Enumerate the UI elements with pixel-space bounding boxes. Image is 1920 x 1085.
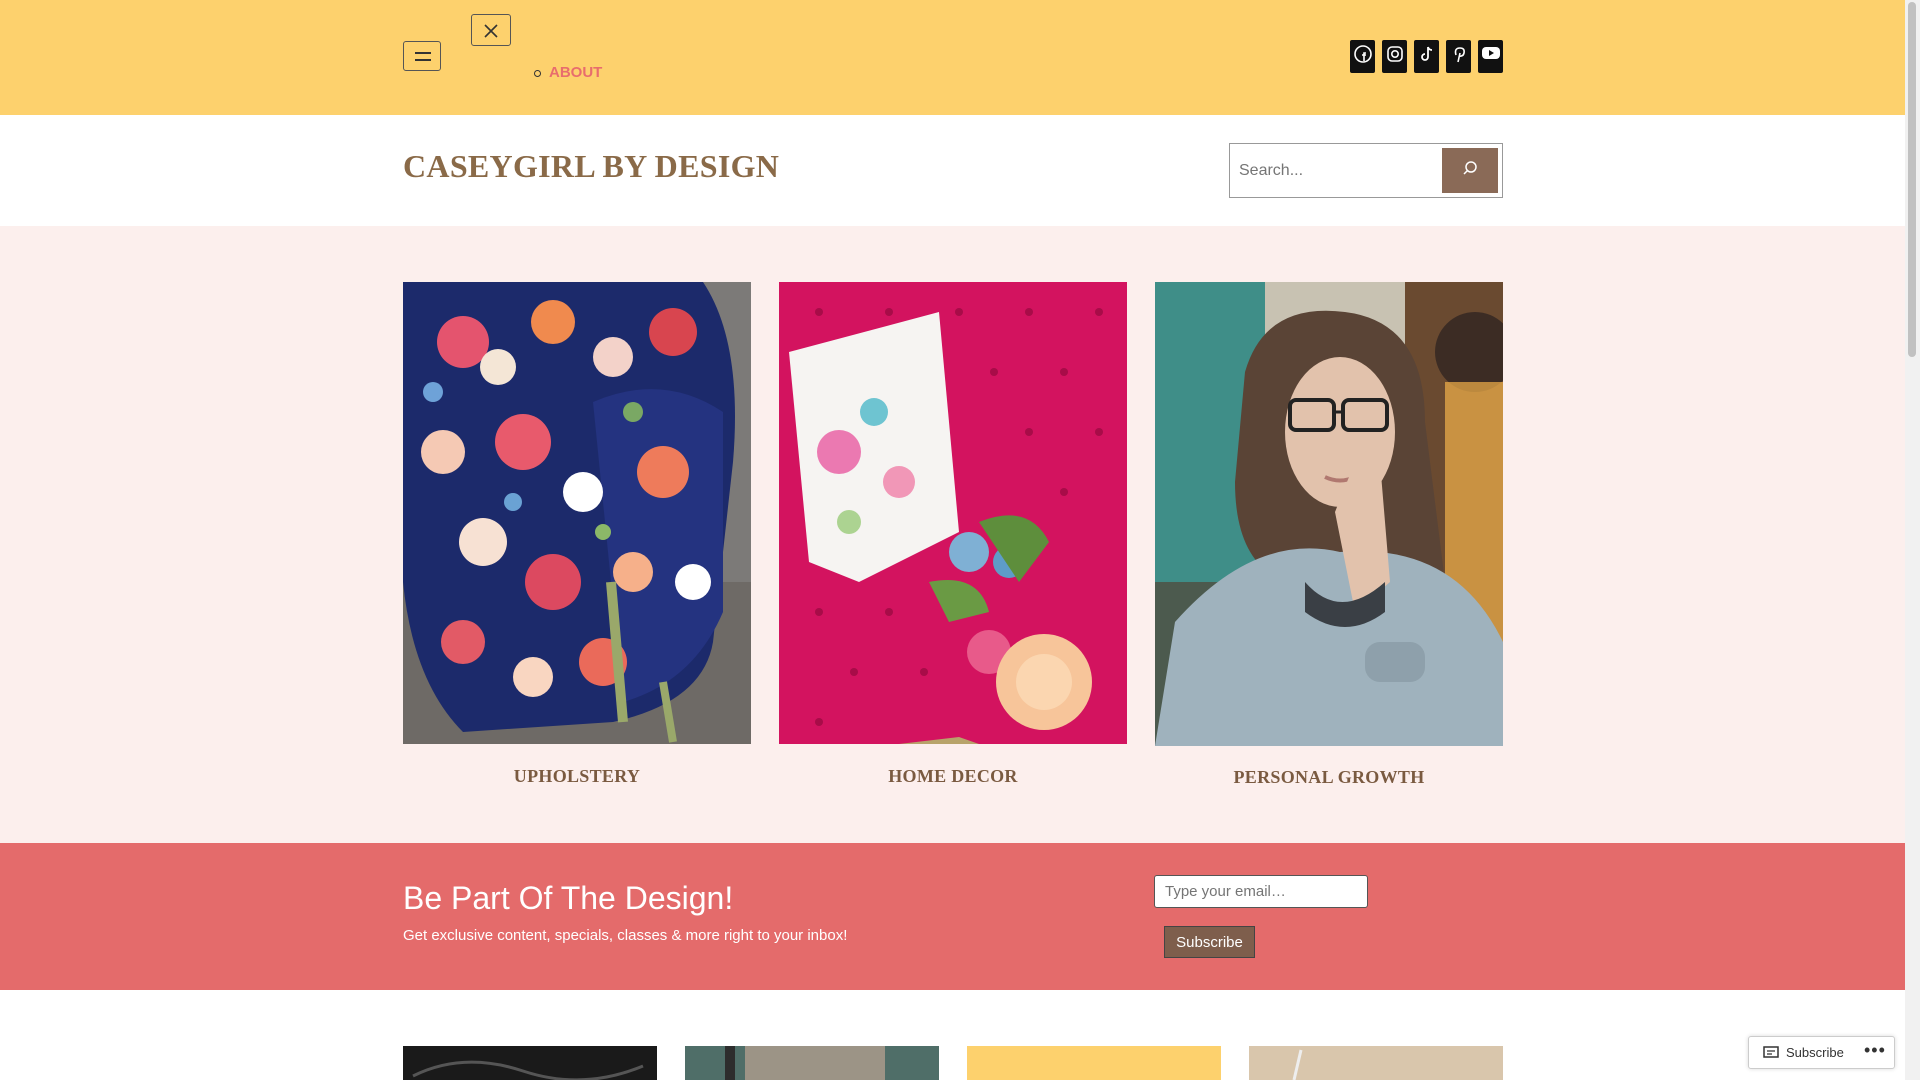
top-bar: ABOUT bbox=[0, 0, 1905, 115]
more-options-icon[interactable]: ••• bbox=[1864, 1040, 1886, 1061]
menu-line-icon bbox=[415, 52, 431, 54]
open-menu-button[interactable] bbox=[403, 41, 441, 71]
newsletter-title: Be Part Of The Design! bbox=[403, 880, 734, 916]
youtube-icon[interactable] bbox=[1478, 40, 1503, 73]
search-icon bbox=[1463, 161, 1477, 175]
nav-link-about[interactable]: ABOUT bbox=[549, 64, 602, 81]
site-title[interactable]: CASEYGIRL BY DESIGN bbox=[403, 148, 779, 185]
nav-submenu: ABOUT bbox=[534, 64, 602, 81]
reader-icon bbox=[1763, 1046, 1779, 1058]
personal-growth-label[interactable]: PERSONAL GROWTH bbox=[1155, 767, 1503, 788]
bullet-icon bbox=[534, 69, 541, 77]
menu-line-icon bbox=[415, 59, 431, 61]
site-header bbox=[0, 115, 1905, 226]
subscribe-button[interactable]: Subscribe bbox=[1164, 926, 1255, 958]
personal-growth-image[interactable] bbox=[1155, 282, 1503, 746]
tiktok-icon[interactable] bbox=[1414, 40, 1439, 73]
post-thumbnail[interactable] bbox=[1249, 1046, 1503, 1081]
email-field[interactable] bbox=[1154, 875, 1368, 908]
close-menu-button[interactable] bbox=[471, 14, 511, 46]
pinterest-icon[interactable] bbox=[1446, 40, 1471, 73]
post-thumbnail[interactable] bbox=[967, 1046, 1221, 1080]
instagram-icon[interactable] bbox=[1382, 40, 1407, 73]
floating-subscribe-button[interactable]: Subscribe bbox=[1786, 1045, 1844, 1060]
home-decor-image[interactable] bbox=[779, 282, 1127, 744]
post-thumbnail[interactable] bbox=[685, 1046, 939, 1080]
home-decor-label[interactable]: HOME DECOR bbox=[779, 766, 1127, 787]
post-thumbnail[interactable] bbox=[403, 1046, 657, 1082]
newsletter-subtitle: Get exclusive content, specials, classes… bbox=[403, 927, 848, 944]
upholstery-image[interactable] bbox=[403, 282, 751, 744]
search-input[interactable] bbox=[1233, 147, 1438, 194]
facebook-icon[interactable] bbox=[1350, 40, 1375, 73]
upholstery-label[interactable]: UPHOLSTERY bbox=[403, 766, 751, 787]
floating-subscribe-bar: Subscribe ••• bbox=[1748, 1036, 1895, 1069]
scrollbar-thumb[interactable] bbox=[1908, 2, 1916, 357]
close-icon bbox=[484, 24, 498, 38]
search-button[interactable] bbox=[1442, 148, 1498, 193]
newsletter-section bbox=[0, 843, 1905, 990]
